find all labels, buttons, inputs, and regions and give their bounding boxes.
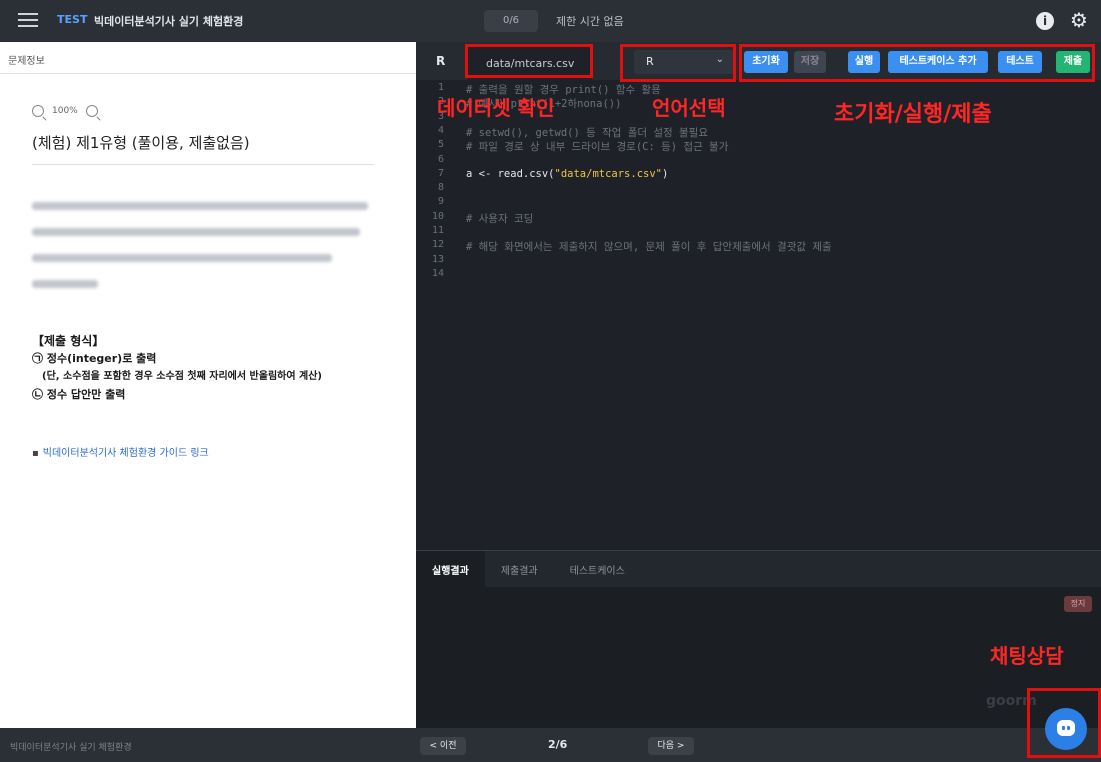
- code-token: # 사용자 코딩: [466, 212, 534, 225]
- progress-counter: 0/6: [484, 10, 538, 32]
- code-line[interactable]: 14: [416, 268, 1101, 282]
- tab-run-result[interactable]: 실행결과: [416, 551, 485, 587]
- code-token: # 해당 화면에서는 제출하지 않으며, 문제 풀이 후 답안제출에서 결괏값 …: [466, 241, 832, 254]
- line-number: 12: [431, 239, 444, 251]
- result-tabs: 실행결과 제출결과 테스트케이스: [416, 551, 641, 587]
- actions-highlight-box: [739, 44, 1095, 82]
- hamburger-menu-icon[interactable]: [18, 13, 38, 29]
- chat-highlight-box: [1027, 688, 1101, 758]
- line-number: 6: [437, 153, 444, 165]
- code-line[interactable]: 11: [416, 225, 1101, 239]
- annotation-language: 언어선택: [652, 96, 726, 120]
- line-number: 9: [437, 196, 444, 208]
- gear-icon[interactable]: ⚙: [1070, 9, 1088, 31]
- code-text: # 해당 화면에서는 제출하지 않으며, 문제 풀이 후 답안제출에서 결괏값 …: [466, 239, 832, 254]
- tab-testcases[interactable]: 테스트케이스: [554, 551, 641, 587]
- code-line[interactable]: 8: [416, 182, 1101, 196]
- stop-button[interactable]: 정지: [1064, 596, 1092, 612]
- app-title: 빅데이터분석기사 실기 체험환경: [94, 15, 244, 28]
- code-line[interactable]: 9: [416, 196, 1101, 210]
- code-line[interactable]: 5 # 파일 경로 상 내부 드라이브 경로(C: 등) 접근 불가: [416, 139, 1101, 153]
- line-number: 13: [431, 253, 444, 265]
- code-line[interactable]: 4 # setwd(), getwd() 등 작업 폴더 설정 불필요: [416, 125, 1101, 139]
- test-tag: TEST: [57, 13, 88, 26]
- line-number: 5: [437, 139, 444, 151]
- zoom-out-icon[interactable]: [32, 105, 44, 117]
- format-rule-1-note: (단, 소수점을 포함한 경우 소수점 첫째 자리에서 반올림하여 계산): [42, 371, 322, 382]
- code-text: a <- read.csv("data/mtcars.csv"): [466, 168, 668, 180]
- code-token: # setwd(), getwd() 등 작업 폴더 설정 불필요: [466, 126, 708, 139]
- code-token: ): [661, 167, 669, 180]
- language-highlight-box: [620, 44, 736, 82]
- line-number: 14: [431, 267, 444, 279]
- zoom-level: 100%: [52, 106, 78, 116]
- format-heading: 【제출 형식】: [32, 334, 105, 348]
- result-panel: 실행결과 제출결과 테스트케이스 정지 goorm: [416, 550, 1101, 728]
- code-line[interactable]: 6: [416, 154, 1101, 168]
- footer-title: 빅데이터분석기사 실기 체험환경: [10, 743, 132, 753]
- zoom-controls: 100%: [32, 105, 98, 117]
- divider: [32, 164, 374, 165]
- page-indicator: 2/6: [548, 738, 568, 751]
- tab-submit-result[interactable]: 제출결과: [485, 551, 554, 587]
- submission-format: 【제출 형식】 ㉠ 정수(integer)로 출력 (단, 소수점을 포함한 경…: [32, 332, 322, 404]
- code-token: a <- read.csv(: [466, 167, 555, 180]
- code-line[interactable]: 13: [416, 254, 1101, 268]
- line-number: 7: [437, 167, 444, 179]
- code-text: # setwd(), getwd() 등 작업 폴더 설정 불필요: [466, 125, 708, 140]
- code-token: "data/mtcars.csv": [554, 167, 662, 180]
- code-text: # 사용자 코딩: [466, 211, 533, 226]
- question-title: (체험) 제1유형 (풀이용, 제출없음): [32, 134, 250, 152]
- code-token: # 파일 경로 상 내부 드라이브 경로(C: 등) 접근 불가: [466, 141, 729, 154]
- line-number: 4: [437, 124, 444, 136]
- language-badge: R: [436, 54, 446, 68]
- line-number: 10: [431, 210, 444, 222]
- guide-link[interactable]: 빅데이터분석기사 체험환경 가이드 링크: [43, 448, 209, 459]
- bullet: ▪: [32, 448, 39, 459]
- footer-bar: 빅데이터분석기사 실기 체험환경 < 이전 2/6 다음 >: [0, 728, 1101, 762]
- info-icon[interactable]: i: [1036, 12, 1054, 30]
- time-limit-text: 제한 시간 없음: [556, 15, 624, 28]
- prev-button[interactable]: < 이전: [420, 737, 466, 755]
- line-number: 8: [437, 182, 444, 194]
- code-line[interactable]: 7 a <- read.csv("data/mtcars.csv"): [416, 168, 1101, 182]
- problem-panel-header: 문제정보: [0, 42, 416, 74]
- top-bar: TEST 빅데이터분석기사 실기 체험환경 0/6 제한 시간 없음 i ⚙: [0, 0, 1101, 42]
- problem-panel: 문제정보 100% (체험) 제1유형 (풀이용, 제출없음) 【제출 형식】 …: [0, 42, 416, 728]
- format-rule-1: ㉠ 정수(integer)로 출력: [32, 352, 157, 365]
- annotation-chat: 채팅상담: [990, 644, 1064, 668]
- annotation-actions: 초기화/실행/제출: [834, 102, 992, 127]
- dataset-highlight-box: [465, 44, 593, 78]
- code-line[interactable]: 12 # 해당 화면에서는 제출하지 않으며, 문제 풀이 후 답안제출에서 결괏…: [416, 239, 1101, 253]
- app-window: TEST 빅데이터분석기사 실기 체험환경 0/6 제한 시간 없음 i ⚙ 문…: [0, 0, 1101, 762]
- zoom-in-icon[interactable]: [85, 105, 98, 117]
- next-button[interactable]: 다음 >: [648, 737, 694, 755]
- code-text: # 파일 경로 상 내부 드라이브 경로(C: 등) 접근 불가: [466, 139, 728, 154]
- format-rule-2: ㉡ 정수 답안만 출력: [32, 388, 126, 401]
- code-line[interactable]: 10 # 사용자 코딩: [416, 211, 1101, 225]
- annotation-dataset: 데이터셋 확인: [437, 96, 555, 120]
- guide-link-row: ▪ 빅데이터분석기사 체험환경 가이드 링크: [32, 444, 209, 459]
- line-number: 11: [431, 225, 444, 236]
